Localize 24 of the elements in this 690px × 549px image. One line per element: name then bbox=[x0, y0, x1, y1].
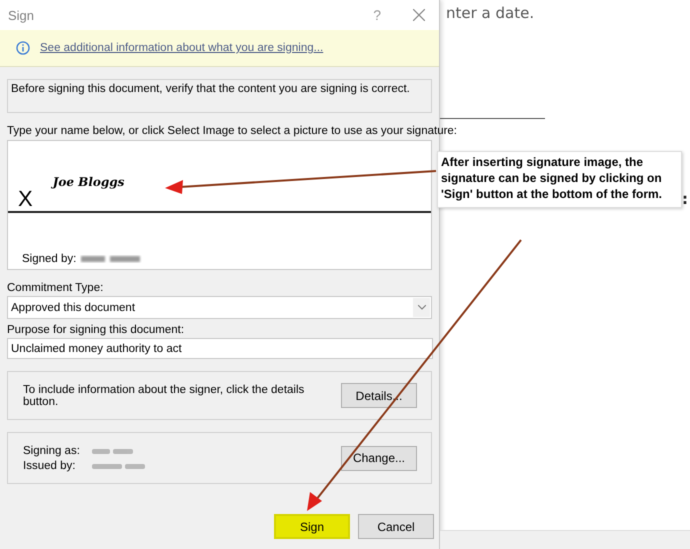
sign-button[interactable]: Sign bbox=[274, 514, 350, 539]
signed-by-label: Signed by: bbox=[22, 253, 76, 265]
blurred-name-drawing bbox=[80, 254, 142, 264]
signature-mark: X bbox=[18, 187, 33, 211]
window-title: Sign bbox=[8, 8, 36, 22]
cancel-button[interactable]: Cancel bbox=[358, 514, 434, 539]
signature-prompt: Type your name below, or click Select Image to select a picture to use as your signature: bbox=[7, 125, 458, 137]
signature-image: Joe Bloggs bbox=[52, 175, 124, 189]
signing-as-label: Signing as: bbox=[23, 444, 81, 456]
purpose-label: Purpose for signing this document: bbox=[7, 324, 186, 336]
info-icon bbox=[16, 41, 30, 55]
document-text: nter a date. bbox=[446, 4, 536, 22]
details-hint: To include information about the signer, click the details button. bbox=[23, 384, 306, 408]
issued-by-label: Issued by: bbox=[23, 460, 76, 472]
purpose-field[interactable]: Unclaimed money authority to act bbox=[7, 338, 433, 359]
document-text: : bbox=[682, 190, 688, 208]
close-icon[interactable] bbox=[413, 9, 425, 21]
callout-note: After inserting signature image, the signature can be signed by clicking on 'Sign' button at the bottom of the form. bbox=[437, 151, 682, 208]
signature-area[interactable]: X Joe Bloggs Signed by: bbox=[7, 140, 432, 270]
caret-icon bbox=[418, 305, 426, 310]
commitment-dropdown[interactable]: Approved this document bbox=[7, 296, 432, 319]
notice-text: Before signing this document, verify that the content you are signing is correct. bbox=[7, 79, 432, 113]
commitment-label: Commitment Type: bbox=[7, 282, 104, 294]
change-button[interactable]: Change... bbox=[341, 446, 417, 470]
